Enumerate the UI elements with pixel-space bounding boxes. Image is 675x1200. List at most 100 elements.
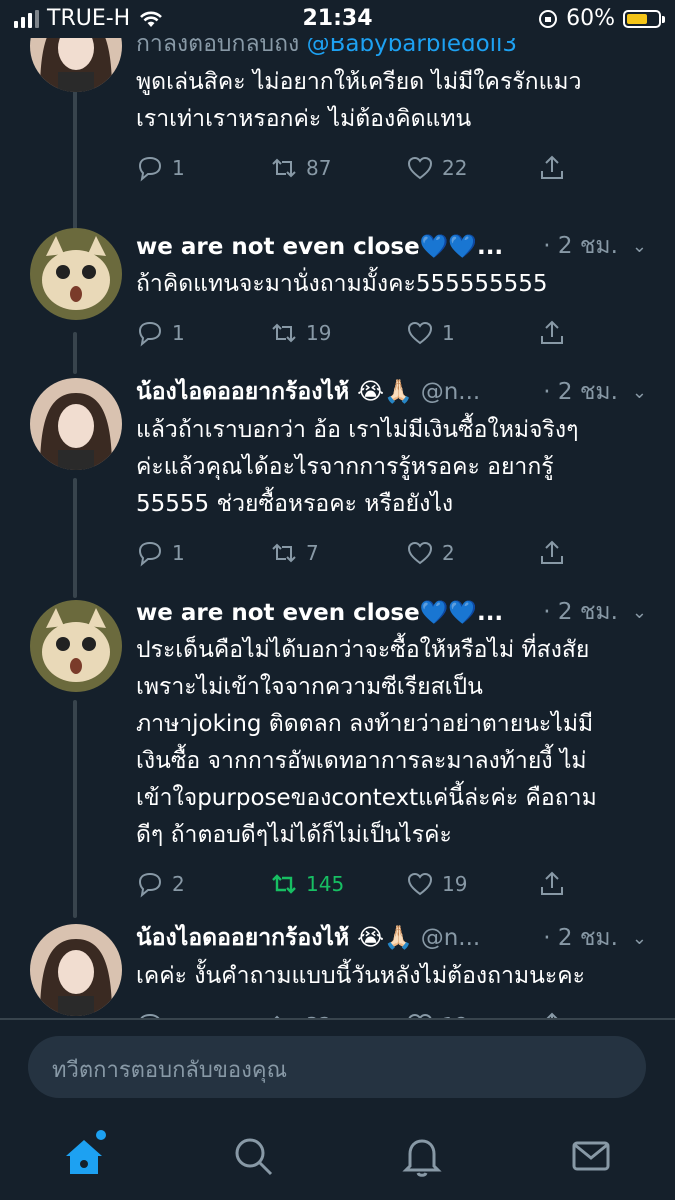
like-button[interactable]: 1 (406, 319, 455, 347)
retweet-count: 19 (306, 321, 332, 345)
reply-button[interactable] (136, 1011, 172, 1018)
bottom-tab-bar (0, 1120, 675, 1200)
composer-placeholder: ทวีตการตอบกลับของคุณ (52, 1058, 287, 1083)
tweet-text: เคค่ะ งั้นคำถามแบบนี้วันหลังไม่ต้องถามนะ… (136, 963, 585, 989)
reply-handle-link[interactable]: @Babybarbiedoll3 (307, 38, 517, 57)
retweet-icon (274, 1015, 292, 1018)
chevron-down-icon[interactable]: ⌄ (632, 602, 647, 623)
thread-line (73, 90, 77, 230)
share-icon (541, 871, 563, 895)
tweet-actions: 2 145 19 (136, 870, 647, 910)
replying-to: กำลังตอบกลับถึง @Babybarbiedoll3 (136, 38, 647, 62)
tweet-time: · 2 ชม. (543, 599, 618, 625)
share-button[interactable] (538, 539, 566, 567)
thread-line (73, 332, 77, 374)
like-icon (407, 872, 433, 896)
like-icon (407, 541, 433, 565)
retweet-count: 7 (306, 541, 319, 565)
tweet-time: · 2 ชม. (543, 379, 618, 405)
share-button[interactable] (538, 1011, 566, 1018)
tweet-actions: 1 7 2 (136, 539, 647, 579)
like-button[interactable]: 18 (406, 1011, 467, 1018)
chevron-down-icon[interactable]: ⌄ (632, 382, 647, 403)
author-handle[interactable]: @n... (421, 379, 481, 405)
battery-icon (623, 9, 665, 28)
share-icon (541, 155, 563, 179)
orientation-lock-icon (539, 9, 558, 28)
reply-count: 1 (172, 156, 185, 180)
like-button[interactable]: 22 (406, 154, 467, 182)
notifications-icon (402, 1139, 442, 1177)
reply-composer-input[interactable]: ทวีตการตอบกลับของคุณ (28, 1036, 646, 1098)
retweet-icon (272, 323, 296, 343)
avatar[interactable] (30, 228, 122, 320)
reply-count: 1 (172, 541, 185, 565)
avatar[interactable] (30, 600, 122, 692)
tab-messages[interactable] (569, 1134, 613, 1178)
reply-icon (138, 156, 162, 182)
tweet-text: ถ้าคิดแทนจะมานั่งถามมั้งคะ555555555 (136, 271, 548, 297)
home-unread-dot (96, 1130, 106, 1140)
reply-button[interactable]: 1 (136, 319, 185, 347)
tab-search[interactable] (231, 1134, 275, 1178)
author-handle[interactable]: @n... (421, 925, 481, 951)
retweet-icon (272, 543, 296, 563)
share-button[interactable] (538, 870, 566, 898)
share-icon (546, 1012, 558, 1018)
like-count: 2 (442, 541, 455, 565)
retweet-icon (272, 158, 296, 178)
battery-percent: 60% (566, 6, 615, 31)
share-icon (541, 540, 563, 564)
author-name[interactable]: น้องไอดออยากร้องไห้ 😭🙏🏻 (136, 374, 413, 410)
retweet-button[interactable]: 145 (270, 870, 344, 898)
like-button[interactable]: 19 (406, 870, 467, 898)
share-icon (541, 320, 563, 344)
avatar[interactable] (30, 924, 122, 1016)
like-icon (407, 321, 433, 345)
messages-icon (572, 1141, 610, 1171)
tweet-text: ประเด็นคือไม่ได้บอกว่าจะซื้อให้หรือไม่ ท… (136, 637, 597, 848)
reply-button[interactable]: 1 (136, 539, 185, 567)
tab-home[interactable] (62, 1130, 106, 1178)
retweet-button[interactable]: 32 (270, 1011, 331, 1018)
author-name[interactable]: we are not even close💙💙... (136, 599, 503, 626)
reply-icon (138, 541, 162, 567)
retweet-button[interactable]: 7 (270, 539, 319, 567)
tweet-text: พูดเล่นสิคะ ไม่อยากให้เครียด ไม่มีใครรัก… (136, 69, 582, 132)
author-name[interactable]: น้องไอดออยากร้องไห้ 😭🙏🏻 (136, 920, 413, 956)
search-icon (235, 1138, 273, 1176)
status-bar: TRUE-H 21:34 60% (0, 0, 675, 38)
conversation-feed[interactable]: กำลังตอบกลับถึง @Babybarbiedoll3 พูดเล่น… (0, 38, 675, 1018)
reply-count: 1 (172, 321, 185, 345)
share-button[interactable] (538, 154, 566, 182)
tweet-actions: 32 18 (136, 1011, 647, 1018)
retweet-count: 87 (306, 156, 332, 180)
thread-line (73, 478, 77, 598)
like-count: 19 (442, 872, 468, 896)
like-count: 1 (442, 321, 455, 345)
chevron-down-icon[interactable]: ⌄ (632, 928, 647, 949)
tweet-actions: 1 19 1 (136, 319, 647, 359)
retweet-button[interactable]: 19 (270, 319, 331, 347)
chevron-down-icon[interactable]: ⌄ (632, 236, 647, 257)
like-icon (408, 1013, 432, 1018)
retweet-button[interactable]: 87 (270, 154, 331, 182)
reply-count: 2 (172, 872, 185, 896)
reply-button[interactable]: 1 (136, 154, 185, 182)
tweet-time: · 2 ชม. (543, 925, 618, 951)
reply-button[interactable]: 2 (136, 870, 185, 898)
like-button[interactable]: 2 (406, 539, 455, 567)
like-icon (407, 156, 433, 180)
tweet-text: แล้วถ้าเราบอกว่า อ้อ เราไม่มีเงินซื้อใหม… (136, 417, 579, 517)
tab-notifications[interactable] (400, 1134, 444, 1178)
retweet-icon (272, 874, 296, 894)
avatar[interactable] (30, 378, 122, 470)
composer-divider (0, 1018, 675, 1020)
like-count: 22 (442, 156, 468, 180)
avatar[interactable] (30, 38, 122, 92)
share-button[interactable] (538, 319, 566, 347)
tweet-time: · 2 ชม. (543, 233, 618, 259)
reply-icon (138, 872, 162, 898)
reply-icon (138, 321, 162, 347)
author-name[interactable]: we are not even close💙💙... (136, 233, 503, 260)
